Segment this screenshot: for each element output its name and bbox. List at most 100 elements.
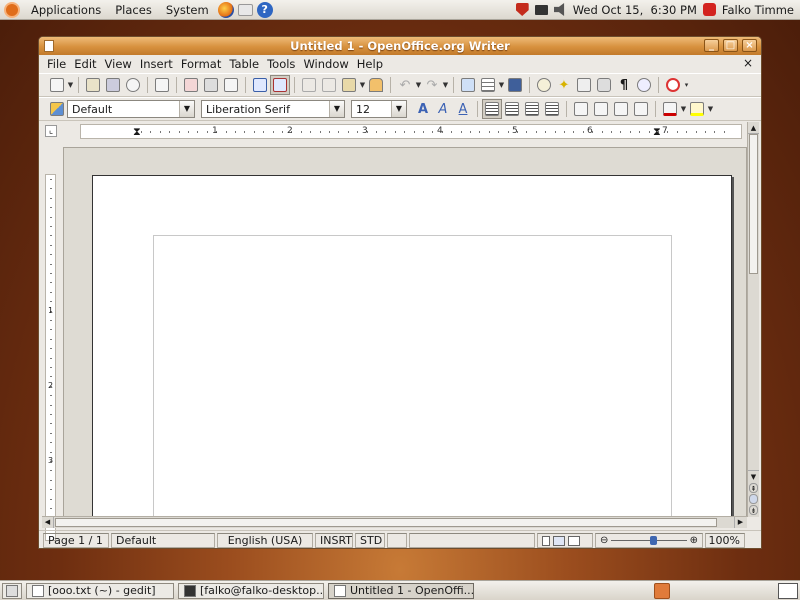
previous-page-icon[interactable]: ⇞	[749, 483, 758, 493]
undo-dropdown-icon[interactable]: ▼	[415, 81, 422, 89]
titlebar[interactable]: Untitled 1 - OpenOffice.org Writer _ □ ×	[39, 37, 761, 55]
find-replace-button[interactable]	[534, 75, 554, 95]
vertical-ruler[interactable]: 1 2 3	[45, 174, 56, 541]
selection-mode-indicator[interactable]: STD	[355, 533, 385, 548]
document-page[interactable]	[92, 175, 732, 516]
next-page-icon[interactable]: ⇟	[749, 505, 758, 515]
writer-app-icon[interactable]	[44, 40, 54, 52]
highlighting-dropdown-icon[interactable]: ▼	[707, 105, 714, 113]
paste-button[interactable]	[339, 75, 359, 95]
navigation-icon[interactable]	[749, 494, 758, 504]
edit-file-button[interactable]	[152, 75, 172, 95]
horizontal-ruler[interactable]: 1 2 3 4 5 6 7 ⧗ ⧗	[80, 124, 742, 139]
menu-file[interactable]: File	[43, 57, 70, 71]
network-icon[interactable]	[534, 4, 548, 15]
menu-insert[interactable]: Insert	[136, 57, 177, 71]
font-name-select[interactable]: Liberation Serif ▼	[201, 100, 345, 118]
multi-page-view-icon[interactable]	[553, 535, 565, 546]
undo-button[interactable]: ↶	[395, 75, 415, 95]
help-button[interactable]	[663, 75, 683, 95]
align-center-button[interactable]	[502, 99, 522, 119]
close-document-icon[interactable]: ×	[743, 56, 753, 70]
right-indent-marker-icon[interactable]: ⧗	[653, 126, 661, 137]
page-preview-button[interactable]	[221, 75, 241, 95]
tab-stop-toggle-icon[interactable]: ⌞	[45, 125, 57, 137]
clone-formatting-button[interactable]	[366, 75, 386, 95]
toolbar-overflow-icon[interactable]: ▾	[683, 81, 690, 89]
navigator-button[interactable]: ✦	[554, 75, 574, 95]
font-name-arrow-icon[interactable]: ▼	[329, 101, 344, 117]
new-button[interactable]	[47, 75, 67, 95]
paragraph-style-arrow-icon[interactable]: ▼	[179, 101, 194, 117]
styles-formatting-button[interactable]	[47, 99, 67, 119]
table-dropdown-icon[interactable]: ▼	[498, 81, 505, 89]
numbering-button[interactable]	[571, 99, 591, 119]
taskbar-item-terminal[interactable]: [falko@falko-desktop...	[178, 582, 324, 599]
increase-indent-button[interactable]	[631, 99, 651, 119]
highlighting-button[interactable]	[687, 99, 707, 119]
firefox-launcher-icon[interactable]	[217, 1, 234, 18]
zoom-button[interactable]	[634, 75, 654, 95]
data-sources-button[interactable]	[594, 75, 614, 95]
horizontal-scrollbar[interactable]: ◀ ▶	[42, 516, 747, 528]
scroll-down-icon[interactable]: ▼	[748, 470, 759, 482]
open-button[interactable]	[83, 75, 103, 95]
page-indicator[interactable]: Page 1 / 1	[43, 533, 109, 548]
show-desktop-button[interactable]	[2, 582, 22, 599]
email-button[interactable]	[123, 75, 143, 95]
paragraph-style-select[interactable]: Default ▼	[67, 100, 195, 118]
menu-help[interactable]: Help	[353, 57, 387, 71]
language-indicator[interactable]: English (USA)	[217, 533, 313, 548]
single-page-view-icon[interactable]	[542, 535, 550, 546]
menu-view[interactable]: View	[101, 57, 136, 71]
maximize-button[interactable]: □	[723, 39, 738, 52]
insert-mode-indicator[interactable]: INSRT	[315, 533, 353, 548]
clock[interactable]: Wed Oct 15, 6:30 PM	[573, 3, 697, 17]
zoom-slider-thumb[interactable]	[649, 536, 657, 545]
scroll-left-icon[interactable]: ◀	[42, 517, 54, 528]
trash-icon[interactable]	[654, 582, 670, 599]
vertical-scroll-thumb[interactable]	[749, 134, 758, 274]
left-indent-marker-icon[interactable]: ⧗	[133, 126, 141, 137]
gallery-button[interactable]	[574, 75, 594, 95]
print-button[interactable]	[201, 75, 221, 95]
font-color-dropdown-icon[interactable]: ▼	[680, 105, 687, 113]
taskbar-item-writer[interactable]: Untitled 1 - OpenOffi...	[328, 582, 474, 599]
redo-dropdown-icon[interactable]: ▼	[442, 81, 449, 89]
menu-edit[interactable]: Edit	[70, 57, 100, 71]
system-menu[interactable]: System	[159, 3, 216, 17]
places-menu[interactable]: Places	[108, 3, 159, 17]
autospellcheck-button[interactable]	[270, 75, 290, 95]
menu-format[interactable]: Format	[177, 57, 226, 71]
book-view-icon[interactable]	[568, 535, 580, 546]
bold-button[interactable]: A	[413, 99, 433, 119]
help-launcher-icon[interactable]: ?	[256, 1, 273, 18]
close-button[interactable]: ×	[742, 39, 757, 52]
redo-button[interactable]: ↷	[422, 75, 442, 95]
paste-dropdown-icon[interactable]: ▼	[359, 81, 366, 89]
save-button[interactable]	[103, 75, 123, 95]
font-size-arrow-icon[interactable]: ▼	[391, 101, 406, 117]
hyperlink-button[interactable]	[458, 75, 478, 95]
show-draw-functions-button[interactable]	[505, 75, 525, 95]
justify-button[interactable]	[542, 99, 562, 119]
italic-button[interactable]: A	[433, 99, 453, 119]
workspace-switcher[interactable]	[778, 582, 798, 599]
taskbar-item-gedit[interactable]: [ooo.txt (~) - gedit]	[26, 582, 174, 599]
hyperlink-mode-indicator[interactable]	[387, 533, 407, 548]
scroll-up-icon[interactable]: ▲	[748, 122, 759, 134]
underline-button[interactable]: A	[453, 99, 473, 119]
decrease-indent-button[interactable]	[611, 99, 631, 119]
volume-icon[interactable]	[553, 3, 565, 16]
align-left-button[interactable]	[482, 99, 502, 119]
font-size-select[interactable]: 12 ▼	[351, 100, 407, 118]
text-boundaries[interactable]	[153, 235, 672, 516]
vertical-scrollbar[interactable]: ▲ ▼ ⇞ ⇟	[747, 122, 759, 517]
user-name[interactable]: Falko Timme	[722, 3, 794, 17]
menu-table[interactable]: Table	[225, 57, 263, 71]
export-pdf-button[interactable]	[181, 75, 201, 95]
zoom-percent[interactable]: 100%	[705, 533, 745, 548]
font-color-button[interactable]	[660, 99, 680, 119]
session-icon[interactable]	[702, 3, 716, 16]
table-button[interactable]	[478, 75, 498, 95]
